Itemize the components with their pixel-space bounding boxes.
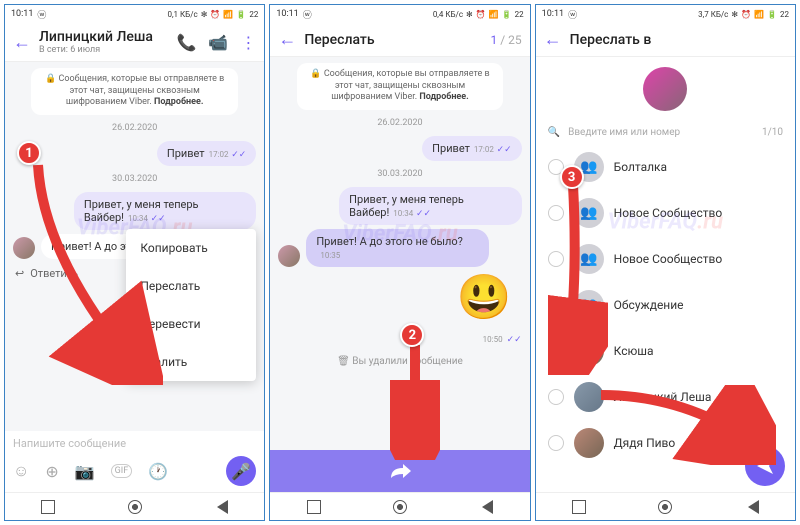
radio[interactable] (548, 205, 564, 221)
avatar[interactable] (13, 237, 35, 259)
forward-button[interactable] (270, 450, 529, 492)
back-icon[interactable]: ← (13, 32, 31, 53)
last-seen: В сети: 6 июля (39, 45, 168, 55)
back-icon[interactable]: ← (544, 29, 562, 50)
selection-count: 1 / 25 (490, 33, 521, 47)
video-icon[interactable]: 📹 (208, 33, 228, 52)
more-icon[interactable]: ⋮ (240, 33, 256, 52)
camera-icon[interactable]: 📷 (75, 462, 95, 481)
nav-bar (5, 492, 264, 520)
date-sep: 30.03.2020 (278, 169, 521, 179)
plus-icon[interactable]: ⊕ (45, 462, 58, 481)
search-row[interactable]: 🔍 Введите имя или номер 1/10 (536, 121, 795, 144)
contacts-body: ViberFAQ.ru 🔍 Введите имя или номер 1/10… (536, 57, 795, 492)
message-input[interactable]: Напишите сообщение (13, 437, 256, 450)
avatar (574, 336, 604, 366)
clock: 10:11 (11, 9, 33, 19)
step-badge-3: 3 (560, 165, 584, 189)
contact-name[interactable]: Липницкий Леша (39, 29, 168, 45)
step-badge-1: 1 (17, 141, 41, 165)
selected-avatar[interactable] (643, 67, 687, 111)
date-sep: 30.03.2020 (13, 174, 256, 184)
contact-item[interactable]: 👥Обсуждение (536, 282, 795, 328)
forward-to-header: ← Переслать в (536, 23, 795, 57)
chat-body: ViberFAQ.ru 🔒 Сообщения, которые вы отпр… (5, 62, 264, 431)
back-icon[interactable]: ← (278, 29, 296, 50)
contact-item-selected[interactable]: ✓Ксюша (536, 328, 795, 374)
avatar (278, 245, 300, 267)
nav-back[interactable] (479, 500, 493, 514)
radio[interactable] (548, 435, 564, 451)
menu-forward[interactable]: Переслать (126, 267, 256, 305)
mic-button[interactable]: 🎤 (226, 456, 256, 486)
radio[interactable] (548, 389, 564, 405)
emoji-message[interactable]: 😃 (457, 271, 512, 323)
header-title: Переслать в (570, 32, 787, 48)
status-bar: 10:11ⓦ 0,4 КБ/с✻⏰📶🔋22 (270, 5, 529, 23)
nav-bar (270, 492, 529, 520)
nav-home[interactable] (128, 500, 142, 514)
call-icon[interactable]: 📞 (176, 33, 196, 52)
context-menu: Копировать Переслать Перевести Удалить (126, 229, 256, 381)
avatar (574, 382, 604, 412)
screen-chat: 10:11ⓦ 0,1 КБ/с✻⏰📶🔋22 ← Липницкий Леша В… (4, 4, 265, 521)
menu-translate[interactable]: Перевести (126, 305, 256, 343)
status-bar: 10:11ⓦ 0,1 КБ/с✻⏰📶🔋22 (5, 5, 264, 23)
contact-item[interactable]: 👥Новое Сообщество (536, 190, 795, 236)
nav-back[interactable] (745, 500, 759, 514)
nav-recent[interactable] (41, 500, 55, 514)
contact-item[interactable]: Липницкий Леша (536, 374, 795, 420)
screen-forward-select: 10:11ⓦ 0,4 КБ/с✻⏰📶🔋22 ← Переслать 1 / 25… (269, 4, 530, 521)
menu-delete[interactable]: Удалить (126, 343, 256, 381)
status-bar: 10:11ⓦ 3,7 КБ/с✻⏰📶🔋22 (536, 5, 795, 23)
search-input[interactable]: Введите имя или номер (568, 127, 680, 138)
clock-icon[interactable]: 🕐 (148, 462, 168, 481)
radio[interactable] (548, 297, 564, 313)
chat-header: ← Липницкий Леша В сети: 6 июля 📞 📹 ⋮ (5, 23, 264, 62)
nav-back[interactable] (214, 500, 228, 514)
gif-icon[interactable]: GIF (111, 464, 133, 478)
sticker-icon[interactable]: ☺ (13, 461, 29, 481)
screen-forward-to: 10:11ⓦ 3,7 КБ/с✻⏰📶🔋22 ← Переслать в Vibe… (535, 4, 796, 521)
group-icon: 👥 (574, 244, 604, 274)
search-icon: 🔍 (548, 127, 560, 138)
message-out[interactable]: Привет17:02 ✓✓ (278, 136, 521, 161)
avatar (574, 428, 604, 458)
input-bar: Напишите сообщение (5, 431, 264, 456)
radio[interactable] (548, 251, 564, 267)
nav-home[interactable] (658, 500, 672, 514)
chat-body: ViberFAQ.ru 🔒 Сообщения, которые вы отпр… (270, 57, 529, 450)
message-out[interactable]: Привет, у меня теперь Вайбер!10:34 ✓✓ (278, 187, 521, 225)
nav-recent[interactable] (307, 500, 321, 514)
selection-counter: 1/10 (762, 127, 783, 138)
message-out[interactable]: Привет, у меня теперь Вайбер!10:34 ✓✓ (13, 192, 256, 230)
send-icon (755, 456, 775, 476)
nav-bar (536, 492, 795, 520)
forward-icon (389, 462, 411, 480)
group-icon: 👥 (574, 198, 604, 228)
group-icon: 👥 (574, 290, 604, 320)
date-sep: 26.02.2020 (13, 123, 256, 133)
nav-home[interactable] (393, 500, 407, 514)
deleted-notice: 🗑 Вы удалили сообщение (278, 350, 521, 373)
message-out[interactable]: Привет17:02 ✓✓ (13, 141, 256, 166)
forward-header: ← Переслать 1 / 25 (270, 23, 529, 57)
contact-item[interactable]: 👥Новое Сообщество (536, 236, 795, 282)
send-button[interactable] (745, 446, 785, 486)
e2e-notice: 🔒 Сообщения, которые вы отправляете в эт… (297, 63, 504, 110)
e2e-notice[interactable]: 🔒 Сообщения, которые вы отправляете в эт… (31, 68, 238, 115)
menu-copy[interactable]: Копировать (126, 229, 256, 267)
header-title: Переслать (304, 32, 482, 48)
date-sep: 26.02.2020 (278, 118, 521, 128)
radio-checked[interactable]: ✓ (548, 343, 564, 359)
reply-icon: ↩ (15, 267, 24, 280)
message-selected[interactable]: Привет! А до этого не было?10:35 (278, 229, 521, 267)
nav-recent[interactable] (572, 500, 586, 514)
